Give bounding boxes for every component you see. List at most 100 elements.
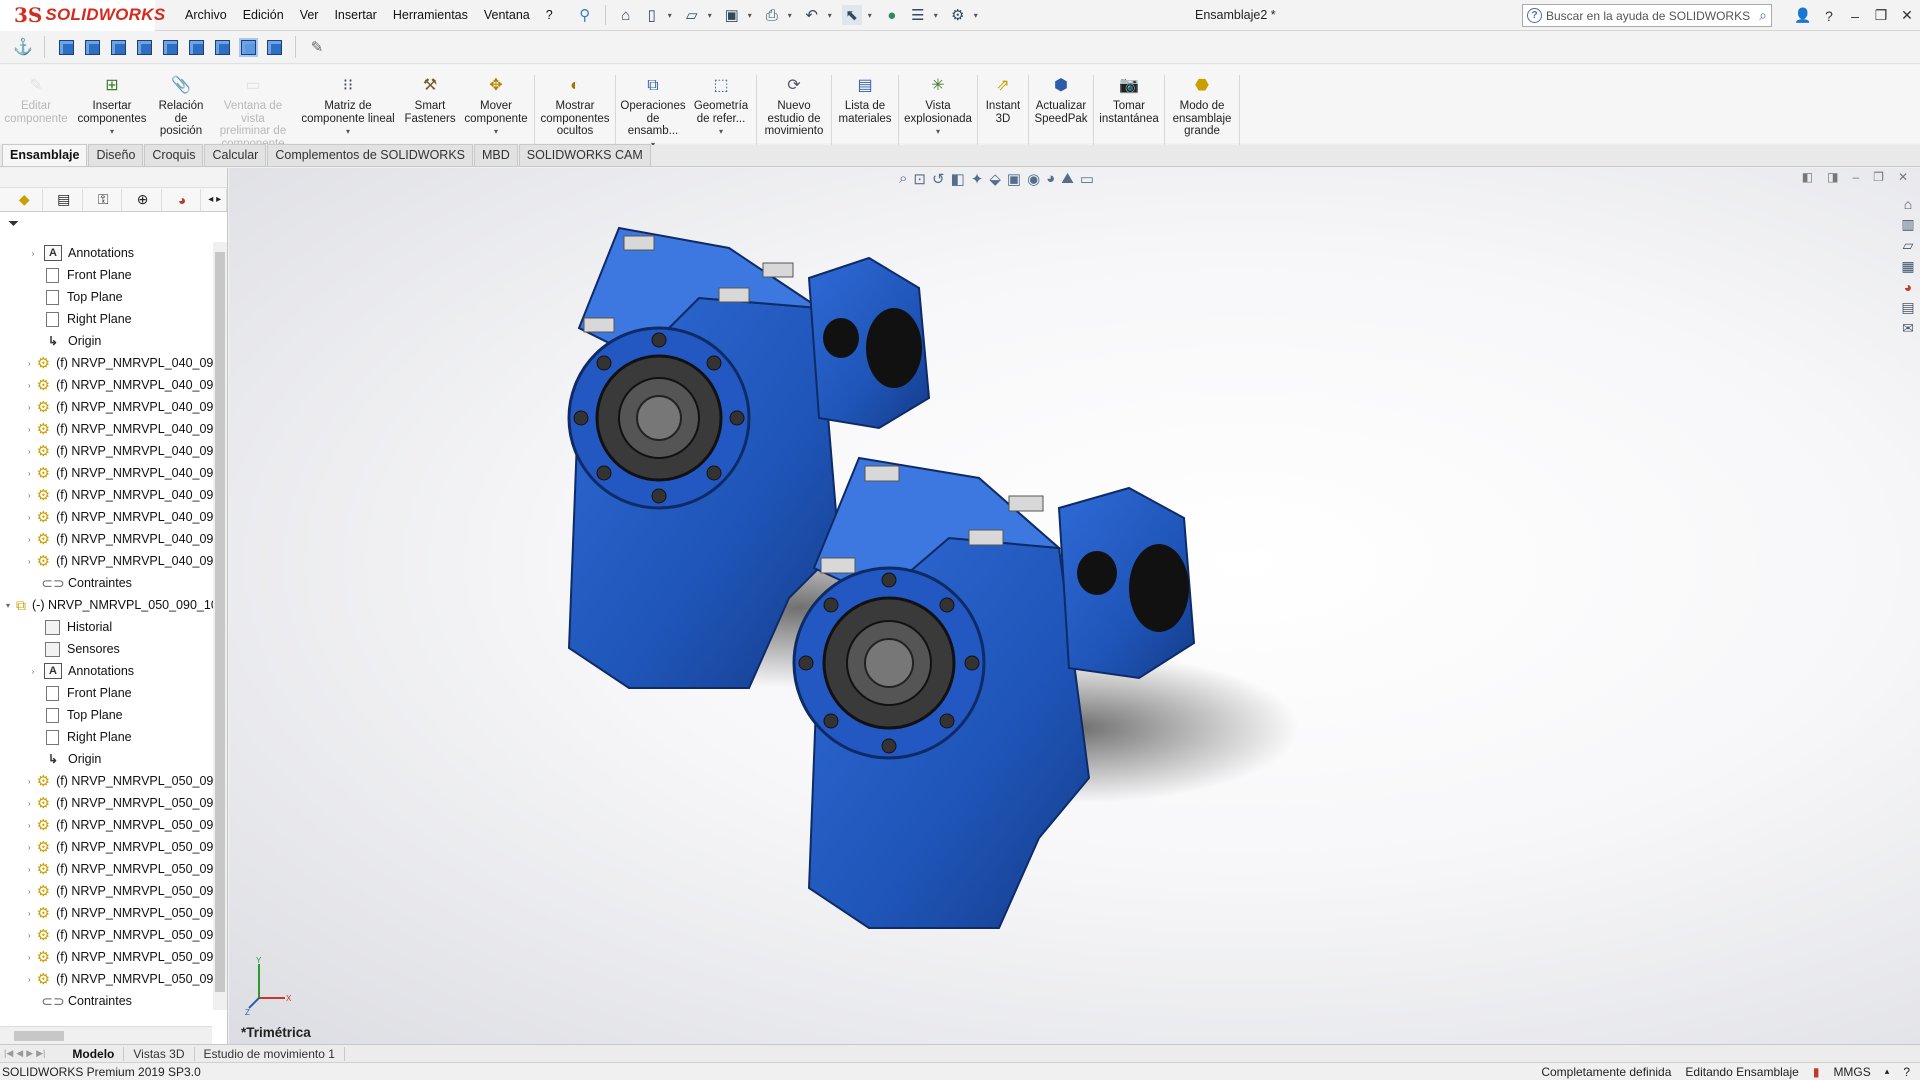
bill-of-materials-button[interactable]: ▤ Lista de materiales [834,75,896,125]
minimize-icon[interactable]: – [1842,8,1868,24]
expand-right-icon[interactable]: › [28,667,38,676]
view-bottom-icon[interactable] [185,36,207,58]
tree-node[interactable]: › ⚙ (f) NRVP_NMRVPL_040_09 [0,440,213,462]
tree-horizontal-scrollbar[interactable] [0,1026,212,1044]
tree-node[interactable]: › ⚙ (f) NRVP_NMRVPL_050_09 [0,770,213,792]
assembly-features-button[interactable]: ⧉ Operaciones de ensamb... ▾ [618,75,688,151]
tree-node[interactable]: › ⚙ (f) NRVP_NMRVPL_050_09 [0,792,213,814]
expand-right-icon[interactable]: › [28,447,31,456]
expand-right-icon[interactable]: › [28,975,31,984]
tree-node[interactable]: › ⚙ (f) NRVP_NMRVPL_040_09 [0,352,213,374]
reference-geometry-button[interactable]: ⬚ Geometría de refer... ▾ [688,75,754,139]
print-icon[interactable]: ⎙ [762,5,782,25]
expand-right-icon[interactable]: › [28,909,31,918]
tree-node[interactable]: ↳ Origin [0,748,212,770]
tree-node[interactable]: › ⚙ (f) NRVP_NMRVPL_050_09 [0,924,213,946]
filter-icon[interactable]: ⏷ [0,212,227,234]
new-document-icon[interactable]: ▯ [642,5,662,25]
move-component-button[interactable]: ✥ Mover componente ▾ [460,75,532,139]
tree-node[interactable]: Front Plane [0,264,212,286]
expand-right-icon[interactable]: › [28,843,31,852]
tab-diseno[interactable]: Diseño [88,144,144,166]
tree-node[interactable]: › ⚙ (f) NRVP_NMRVPL_050_09 [0,902,213,924]
menu-ventana[interactable]: Ventana [476,8,538,22]
undo-icon[interactable]: ↶ [802,5,822,25]
tree-node[interactable]: Front Plane [0,682,212,704]
rebuild-indicator-icon[interactable]: ▮ [1813,1065,1820,1079]
view-right-icon[interactable] [133,36,155,58]
tab-scroll-arrows-icon[interactable]: ◂ ▸ [203,188,228,211]
tree-node[interactable]: › ⚙ (f) NRVP_NMRVPL_050_09 [0,814,213,836]
chevron-down-icon[interactable]: ▾ [494,126,498,139]
tree-node[interactable]: › A Annotations [0,242,212,264]
expand-right-icon[interactable]: › [28,359,31,368]
help-status-icon[interactable]: ? [1903,1065,1910,1079]
tab-complementos[interactable]: Complementos de SOLIDWORKS [267,144,473,166]
tree-node[interactable]: ▾ ⧉ (-) NRVP_NMRVPL_050_090_10 [0,594,218,616]
exploded-view-button[interactable]: ✳ Vista explosionada ▾ [901,75,975,139]
menu-herramientas[interactable]: Herramientas [385,8,476,22]
chevron-down-icon[interactable]: ▾ [748,11,756,20]
view-trimetric-icon[interactable] [237,36,259,58]
triad-view-icon[interactable]: ⚓ [12,36,34,58]
tree-node[interactable]: › ⚙ (f) NRVP_NMRVPL_040_09 [0,484,213,506]
tree-node[interactable]: ⊂⊃ Contraintes [0,572,212,594]
mate-button[interactable]: 📎 Relación de posición [152,75,210,138]
rebuild-icon[interactable]: ● [882,5,902,25]
tab-croquis[interactable]: Croquis [144,144,204,166]
tree-node[interactable]: Right Plane [0,308,212,330]
edit-component-button[interactable]: ✎ Editar componente [0,75,72,125]
large-assembly-mode-button[interactable]: ⬣ Modo de ensamblaje grande [1167,75,1237,138]
gearbox-model-graphic[interactable] [229,168,1920,1044]
expand-right-icon[interactable]: › [28,799,31,808]
home-icon[interactable]: ⌂ [616,5,636,25]
tab-ensamblaje[interactable]: Ensamblaje [2,144,88,166]
tree-node[interactable]: › ⚙ (f) NRVP_NMRVPL_040_09 [0,528,213,550]
tab-motion-study[interactable]: Estudio de movimiento 1 [195,1046,345,1061]
file-properties-icon[interactable]: ☰ [908,5,928,25]
smart-fasteners-button[interactable]: ⚒ Smart Fasteners [400,75,460,125]
tab-mbd[interactable]: MBD [474,144,518,166]
next-tab-icon[interactable]: ▶ [26,1048,33,1059]
instant-3d-button[interactable]: ⇗ Instant 3D [980,75,1026,125]
pin-icon[interactable]: ⚲ [575,5,595,25]
tree-node[interactable]: Top Plane [0,704,212,726]
configuration-manager-tab-icon[interactable]: ⚿ [85,188,123,211]
help-search-input[interactable]: ? Buscar en la ayuda de SOLIDWORKS ⌕ [1522,4,1772,27]
tab-navigation-arrows[interactable]: |◀ ◀ ▶ ▶| [0,1048,45,1059]
show-hidden-components-button[interactable]: ◐ Mostrar componentes ocultos [537,75,613,138]
chevron-down-icon[interactable]: ▾ [974,11,982,20]
chevron-down-icon[interactable]: ▾ [668,11,676,20]
tree-vertical-scrollbar[interactable] [213,242,227,1010]
expand-down-icon[interactable]: ▾ [6,601,10,610]
expand-right-icon[interactable]: › [28,381,31,390]
tree-node[interactable]: › ⚙ (f) NRVP_NMRVPL_050_09 [0,880,213,902]
view-top-icon[interactable] [159,36,181,58]
gear-icon[interactable]: ⚙ [948,5,968,25]
units-selector[interactable]: MMGS [1833,1065,1870,1079]
insert-components-button[interactable]: ⊞ Insertar componentes ▾ [72,75,152,139]
menu-edicion[interactable]: Edición [235,8,292,22]
tree-node[interactable]: › ⚙ (f) NRVP_NMRVPL_040_09 [0,396,213,418]
expand-right-icon[interactable]: › [28,777,31,786]
feature-manager-tab-icon[interactable]: ◆ [6,188,44,211]
tree-node[interactable]: ⊂⊃ Contraintes [0,990,212,1012]
prev-tab-icon[interactable]: ◀ [16,1048,23,1059]
save-icon[interactable]: ▣ [722,5,742,25]
menu-insertar[interactable]: Insertar [326,8,384,22]
tree-node[interactable]: › ⚙ (f) NRVP_NMRVPL_040_09 [0,374,213,396]
update-speedpak-button[interactable]: ⬢ Actualizar SpeedPak [1031,75,1091,125]
tab-calcular[interactable]: Calcular [204,144,267,166]
view-left-icon[interactable] [107,36,129,58]
expand-right-icon[interactable]: › [28,887,31,896]
expand-right-icon[interactable]: › [28,821,31,830]
tree-node[interactable]: › ⚙ (f) NRVP_NMRVPL_050_09 [0,946,213,968]
restore-icon[interactable]: ❐ [1868,7,1894,24]
menu-archivo[interactable]: Archivo [177,8,235,22]
tab-solidworks-cam[interactable]: SOLIDWORKS CAM [518,144,651,166]
chevron-down-icon[interactable]: ▾ [868,11,876,20]
expand-right-icon[interactable]: › [28,931,31,940]
chevron-down-icon[interactable]: ▾ [708,11,716,20]
expand-right-icon[interactable]: › [28,469,31,478]
tree-node[interactable]: ↳ Origin [0,330,212,352]
